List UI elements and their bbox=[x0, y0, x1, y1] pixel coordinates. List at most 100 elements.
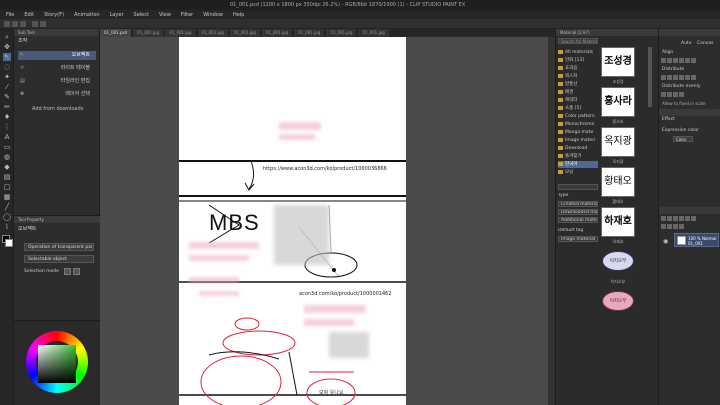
material-scrollbar[interactable] bbox=[648, 47, 652, 107]
doc-tab[interactable]: 01_001.jpg bbox=[165, 29, 196, 37]
mode-icon[interactable] bbox=[64, 268, 71, 275]
save-icon[interactable] bbox=[20, 21, 26, 27]
command-bar bbox=[0, 19, 720, 29]
doc-tab[interactable]: 01_001.jpg bbox=[358, 29, 389, 37]
ruler-icon[interactable]: ╱ bbox=[3, 203, 11, 211]
pen-icon[interactable]: ✎ bbox=[3, 93, 11, 101]
material-tree-item[interactable]: 한국어 bbox=[558, 161, 598, 168]
tag-search-input[interactable] bbox=[558, 184, 598, 190]
doc-tab[interactable]: 01_001.jpg bbox=[294, 29, 325, 37]
material-tree-item[interactable]: 만화 [13] bbox=[558, 57, 598, 64]
effect-label: Effect bbox=[662, 117, 675, 122]
material-search-input[interactable]: Search for Materials bbox=[558, 38, 598, 44]
material-tree-item[interactable]: 즐겨찾기 bbox=[558, 153, 598, 160]
text-icon[interactable]: A bbox=[3, 133, 11, 141]
material-tree-item[interactable]: Image materi bbox=[558, 137, 598, 144]
material-tree-item[interactable]: Download bbox=[558, 145, 598, 152]
subtool-item-object[interactable]: ↖ 오브젝트 bbox=[18, 51, 96, 60]
brush-icon[interactable]: ♦ bbox=[3, 113, 11, 121]
allow-fixed-scale[interactable]: Allow to fixed in scale bbox=[662, 101, 706, 106]
menu-select[interactable]: Select bbox=[134, 12, 149, 18]
menu-view[interactable]: View bbox=[159, 12, 171, 18]
menu-filter[interactable]: Filter bbox=[181, 12, 193, 18]
expression-color-select[interactable]: Color bbox=[673, 136, 693, 142]
add-from-downloads[interactable]: Add from downloads bbox=[32, 106, 83, 112]
menu-animation[interactable]: Animation bbox=[74, 12, 100, 18]
pencil-icon[interactable]: ✏ bbox=[3, 103, 11, 111]
blend-icon[interactable]: ◍ bbox=[3, 153, 11, 161]
material-thumb[interactable]: 이지오부 bbox=[601, 247, 635, 277]
open-icon[interactable] bbox=[12, 21, 18, 27]
eyedropper-icon[interactable]: ⁄ bbox=[3, 83, 11, 91]
type-created[interactable]: Created material bbox=[558, 201, 598, 207]
canvas-page[interactable]: https://www.acon3d.com/ko/product/100003… bbox=[179, 37, 406, 405]
redo-icon[interactable] bbox=[40, 21, 46, 27]
line-correction-icon[interactable]: ⌇ bbox=[3, 223, 11, 231]
balloon-icon[interactable]: ◯ bbox=[3, 213, 11, 221]
eye-icon[interactable]: ◉ bbox=[663, 238, 668, 245]
fill-icon[interactable]: ◆ bbox=[3, 163, 11, 171]
material-tree-item[interactable]: 소품 [5] bbox=[558, 105, 598, 112]
doc-tab[interactable]: 01_001.jpg bbox=[229, 29, 260, 37]
sub-color-swatch[interactable] bbox=[5, 239, 13, 247]
figure-icon[interactable]: □ bbox=[3, 183, 11, 191]
material-tree-item[interactable]: Color pattern bbox=[558, 113, 598, 120]
material-thumb[interactable]: 황태오 bbox=[601, 167, 635, 197]
operation-icon[interactable]: ↖ bbox=[3, 53, 11, 61]
magic-wand-icon[interactable]: ✦ bbox=[3, 73, 11, 81]
undo-icon[interactable] bbox=[32, 21, 38, 27]
distribute-buttons[interactable] bbox=[661, 75, 719, 81]
menu-edit[interactable]: Edit bbox=[24, 12, 34, 18]
saturation-value-square[interactable] bbox=[38, 345, 76, 383]
menu-help[interactable]: Help bbox=[233, 12, 244, 18]
menu-window[interactable]: Window bbox=[203, 12, 223, 18]
subtool-item-light-table[interactable]: ☼ 라이트 테이블 bbox=[18, 64, 96, 73]
frame-icon[interactable]: ▦ bbox=[3, 193, 11, 201]
menu-layer[interactable]: Layer bbox=[110, 12, 124, 18]
material-thumb[interactable]: 옥지광 bbox=[601, 127, 635, 157]
material-caption: 홍사라 bbox=[612, 119, 624, 124]
menu-file[interactable]: File bbox=[6, 12, 14, 18]
new-icon[interactable] bbox=[4, 21, 10, 27]
material-tree-item[interactable]: 모닝 bbox=[558, 169, 598, 176]
align-label: Align bbox=[662, 50, 674, 55]
eraser-icon[interactable]: ▭ bbox=[3, 143, 11, 151]
material-tree-item[interactable]: Monochrome bbox=[558, 121, 598, 128]
material-tree-item[interactable]: 캐릭터 bbox=[558, 97, 598, 104]
subtool-item-timeline[interactable]: ▤ 타임라인 편집 bbox=[18, 77, 96, 86]
layer-row[interactable]: 100 % Normal 01_001 bbox=[674, 233, 719, 247]
doc-tab[interactable]: 01_001.jpg bbox=[197, 29, 228, 37]
image-material-tag[interactable]: Image material bbox=[558, 236, 598, 242]
layer-toolbar[interactable] bbox=[661, 216, 719, 222]
doc-tab[interactable]: 01_001.jpg bbox=[133, 29, 164, 37]
type-additional[interactable]: Additional materia bbox=[558, 217, 598, 223]
material-tree-item[interactable]: 효과음 bbox=[558, 65, 598, 72]
menu-story[interactable]: Story(F) bbox=[44, 12, 64, 18]
doc-tab[interactable]: 01_001.jpg bbox=[261, 29, 293, 37]
subtool-item-layer-select[interactable]: ✥ 레이어 선택 bbox=[18, 90, 96, 99]
align-buttons[interactable] bbox=[661, 58, 719, 64]
material-tree-item[interactable]: 배경 bbox=[558, 89, 598, 96]
material-tree-item[interactable]: All materials bbox=[558, 49, 598, 56]
canvas-scrollbar[interactable] bbox=[548, 37, 555, 405]
airbrush-icon[interactable]: ⋮ bbox=[3, 123, 11, 131]
type-downloaded[interactable]: Downloaded mat bbox=[558, 209, 598, 215]
move-icon[interactable]: ✥ bbox=[3, 43, 11, 51]
material-thumb[interactable]: 조성경 bbox=[601, 47, 635, 77]
material-thumb[interactable]: 하재호 bbox=[601, 207, 635, 237]
mode-icon[interactable] bbox=[73, 268, 80, 275]
material-tree-item[interactable]: Manga mate bbox=[558, 129, 598, 136]
material-thumb[interactable]: 이지오부 bbox=[601, 287, 635, 317]
doc-tab[interactable]: 01_001.psd bbox=[100, 29, 132, 37]
material-tree-item[interactable]: 말풍선 bbox=[558, 81, 598, 88]
lasso-icon[interactable]: ◌ bbox=[3, 63, 11, 71]
distribute-evenly-buttons[interactable] bbox=[661, 92, 719, 98]
zoom-icon[interactable]: ⌕ bbox=[3, 33, 11, 41]
selectable-object-select[interactable]: Selectable object bbox=[24, 255, 94, 263]
doc-tab[interactable]: 01_001.jpg bbox=[326, 29, 357, 37]
material-thumb[interactable]: 홍사라 bbox=[601, 87, 635, 117]
gradient-icon[interactable]: ▤ bbox=[3, 173, 11, 181]
material-tree-item[interactable]: 텍스처 bbox=[558, 73, 598, 80]
layer-toolbar-2[interactable] bbox=[661, 224, 719, 230]
transparent-operation-select[interactable]: Operation of transparent part bbox=[24, 243, 94, 251]
